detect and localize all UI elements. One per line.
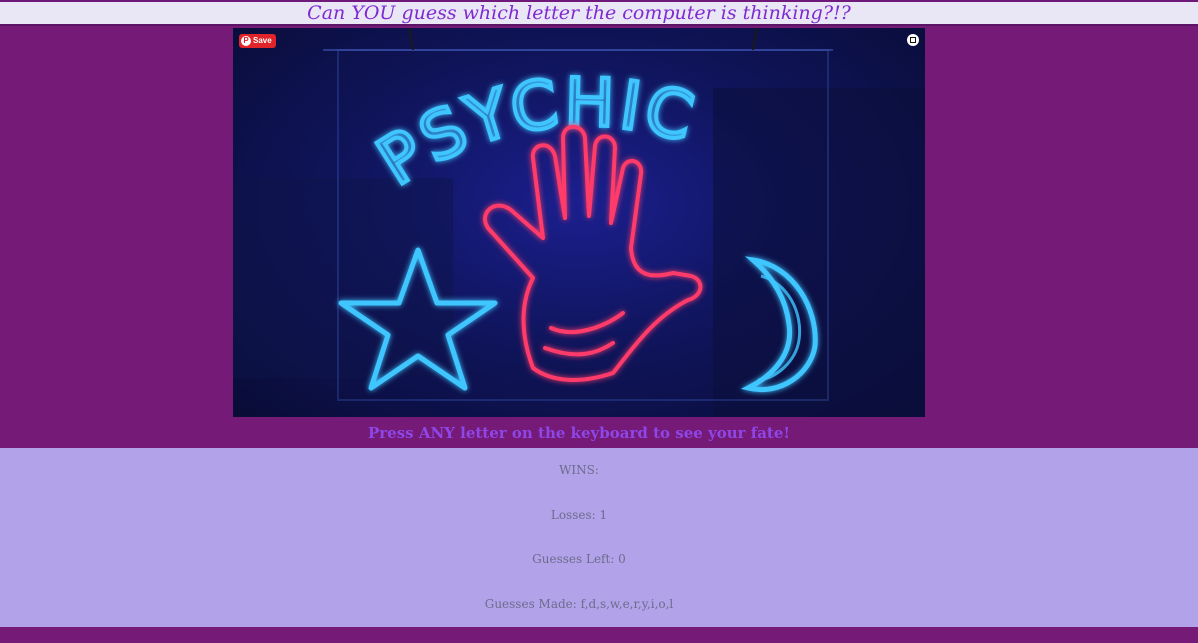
- pinterest-save-label: Save: [253, 36, 272, 45]
- expand-icon[interactable]: [907, 34, 919, 46]
- pinterest-icon: P: [241, 36, 251, 46]
- guesses-made-stat: Guesses Made: f,d,s,w,e,r,y,i,o,l: [484, 597, 674, 611]
- page-title: Can YOU guess which letter the computer …: [307, 2, 851, 24]
- scoreboard: WINS: Losses: 1 Guesses Left: 0 Guesses …: [0, 448, 1198, 627]
- neon-sign-illustration: PSYCHIC: [233, 28, 925, 417]
- instruction-text: Press ANY letter on the keyboard to see …: [368, 424, 790, 442]
- header-bar: Can YOU guess which letter the computer …: [0, 0, 1198, 26]
- psychic-neon-image: PSYCHIC P Save: [233, 28, 925, 417]
- wins-stat: WINS:: [559, 463, 599, 477]
- neon-hand: [483, 124, 703, 382]
- losses-stat: Losses: 1: [550, 508, 608, 522]
- guesses-left-stat: Guesses Left: 0: [532, 552, 626, 566]
- pinterest-save-button[interactable]: P Save: [239, 34, 276, 48]
